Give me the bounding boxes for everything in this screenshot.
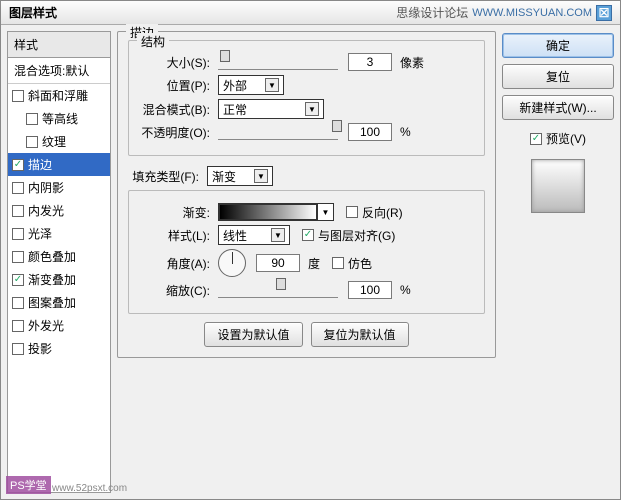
style-item-label: 颜色叠加 [28, 248, 76, 265]
scale-label: 缩放(C): [139, 282, 214, 299]
style-item-斜面和浮雕[interactable]: 斜面和浮雕 [8, 84, 110, 107]
gradient-swatch [219, 204, 317, 220]
forum-url: WWW.MISSYUAN.COM [472, 7, 592, 19]
watermark-a: PS学堂 [6, 476, 51, 494]
newstyle-button[interactable]: 新建样式(W)... [502, 95, 614, 120]
style2-select[interactable]: 线性▼ [218, 225, 290, 245]
filltype-select[interactable]: 渐变▼ [207, 166, 273, 186]
style-item-label: 内阴影 [28, 179, 64, 196]
fill-fieldset: 渐变: ▼ 反向(R) 样式(L): 线性▼ 与图层对齐(G) [128, 190, 485, 314]
gradient-picker[interactable]: ▼ [218, 203, 334, 221]
chevron-down-icon: ▼ [317, 204, 333, 220]
style-item-纹理[interactable]: 纹理 [8, 130, 110, 153]
reverse-checkbox[interactable]: 反向(R) [346, 204, 403, 221]
opacity-input[interactable] [348, 123, 392, 141]
style-item-label: 外发光 [28, 317, 64, 334]
opacity-slider[interactable] [218, 124, 338, 140]
blendmode-label: 混合模式(B): [139, 101, 214, 118]
blendmode-select[interactable]: 正常▼ [218, 99, 324, 119]
preview-swatch [531, 159, 585, 213]
chevron-down-icon: ▼ [265, 78, 279, 92]
close-icon[interactable]: ☒ [596, 5, 612, 21]
structure-legend: 结构 [137, 33, 169, 50]
preview-checkbox[interactable]: 预览(V) [502, 130, 614, 147]
scale-slider[interactable] [218, 282, 338, 298]
ok-button[interactable]: 确定 [502, 33, 614, 58]
style-item-描边[interactable]: 描边 [8, 153, 110, 176]
checkbox-icon[interactable] [12, 251, 24, 263]
title: 图层样式 [9, 4, 57, 21]
opacity-label: 不透明度(O): [139, 124, 214, 141]
dither-checkbox[interactable]: 仿色 [332, 255, 372, 272]
styles-header[interactable]: 样式 [8, 32, 110, 58]
style-item-光泽[interactable]: 光泽 [8, 222, 110, 245]
angle-dial[interactable] [218, 249, 246, 277]
watermark-b: www.52psxt.com [52, 483, 127, 494]
size-unit: 像素 [400, 54, 424, 71]
position-select[interactable]: 外部▼ [218, 75, 284, 95]
checkbox-icon[interactable] [12, 159, 24, 171]
checkbox-icon[interactable] [12, 205, 24, 217]
structure-fieldset: 结构 大小(S): 像素 位置(P): 外部▼ 混合模式 [128, 40, 485, 156]
style-item-颜色叠加[interactable]: 颜色叠加 [8, 245, 110, 268]
size-label: 大小(S): [139, 54, 214, 71]
checkbox-icon[interactable] [12, 274, 24, 286]
style-item-等高线[interactable]: 等高线 [8, 107, 110, 130]
style-item-label: 图案叠加 [28, 294, 76, 311]
angle-unit: 度 [308, 255, 320, 272]
titlebar[interactable]: 图层样式 思缘设计论坛 WWW.MISSYUAN.COM ☒ [1, 1, 620, 25]
style-item-label: 斜面和浮雕 [28, 87, 88, 104]
size-slider[interactable] [218, 54, 338, 70]
reset-button[interactable]: 复位 [502, 64, 614, 89]
scale-input[interactable] [348, 281, 392, 299]
right-panel: 确定 复位 新建样式(W)... 预览(V) [502, 31, 614, 493]
set-default-button[interactable]: 设置为默认值 [204, 322, 302, 347]
style-item-label: 投影 [28, 340, 52, 357]
checkbox-icon[interactable] [26, 136, 38, 148]
size-input[interactable] [348, 53, 392, 71]
checkbox-icon[interactable] [12, 320, 24, 332]
gradient-label: 渐变: [139, 204, 214, 221]
checkbox-icon[interactable] [12, 228, 24, 240]
style-item-外发光[interactable]: 外发光 [8, 314, 110, 337]
stroke-fieldset: 描边 结构 大小(S): 像素 位置(P): 外部▼ [117, 31, 496, 358]
checkbox-icon[interactable] [12, 182, 24, 194]
main-panel: 描边 结构 大小(S): 像素 位置(P): 外部▼ [117, 31, 496, 493]
style-item-渐变叠加[interactable]: 渐变叠加 [8, 268, 110, 291]
chevron-down-icon: ▼ [271, 228, 285, 242]
style-item-内阴影[interactable]: 内阴影 [8, 176, 110, 199]
style-item-label: 内发光 [28, 202, 64, 219]
angle-label: 角度(A): [139, 255, 214, 272]
style-item-图案叠加[interactable]: 图案叠加 [8, 291, 110, 314]
forum-name: 思缘设计论坛 [396, 4, 468, 21]
style-item-label: 等高线 [42, 110, 78, 127]
reset-default-button[interactable]: 复位为默认值 [311, 322, 409, 347]
style-item-内发光[interactable]: 内发光 [8, 199, 110, 222]
style-item-label: 光泽 [28, 225, 52, 242]
style-item-label: 纹理 [42, 133, 66, 150]
styles-panel: 样式 混合选项:默认 斜面和浮雕等高线纹理描边内阴影内发光光泽颜色叠加渐变叠加图… [7, 31, 111, 493]
opacity-unit: % [400, 125, 411, 139]
checkbox-icon[interactable] [12, 343, 24, 355]
chevron-down-icon: ▼ [305, 102, 319, 116]
style-item-label: 描边 [28, 156, 52, 173]
checkbox-icon[interactable] [26, 113, 38, 125]
position-label: 位置(P): [139, 77, 214, 94]
filltype-label: 填充类型(F): [128, 168, 203, 185]
align-checkbox[interactable]: 与图层对齐(G) [302, 227, 395, 244]
checkbox-icon[interactable] [12, 297, 24, 309]
titlebar-right: 思缘设计论坛 WWW.MISSYUAN.COM ☒ [396, 4, 612, 21]
style-item-label: 渐变叠加 [28, 271, 76, 288]
style2-label: 样式(L): [139, 227, 214, 244]
angle-input[interactable] [256, 254, 300, 272]
chevron-down-icon: ▼ [254, 169, 268, 183]
scale-unit: % [400, 283, 411, 297]
style-item-投影[interactable]: 投影 [8, 337, 110, 360]
checkbox-icon[interactable] [12, 90, 24, 102]
layer-style-dialog: 图层样式 思缘设计论坛 WWW.MISSYUAN.COM ☒ 样式 混合选项:默… [0, 0, 621, 500]
blending-options[interactable]: 混合选项:默认 [8, 58, 110, 84]
